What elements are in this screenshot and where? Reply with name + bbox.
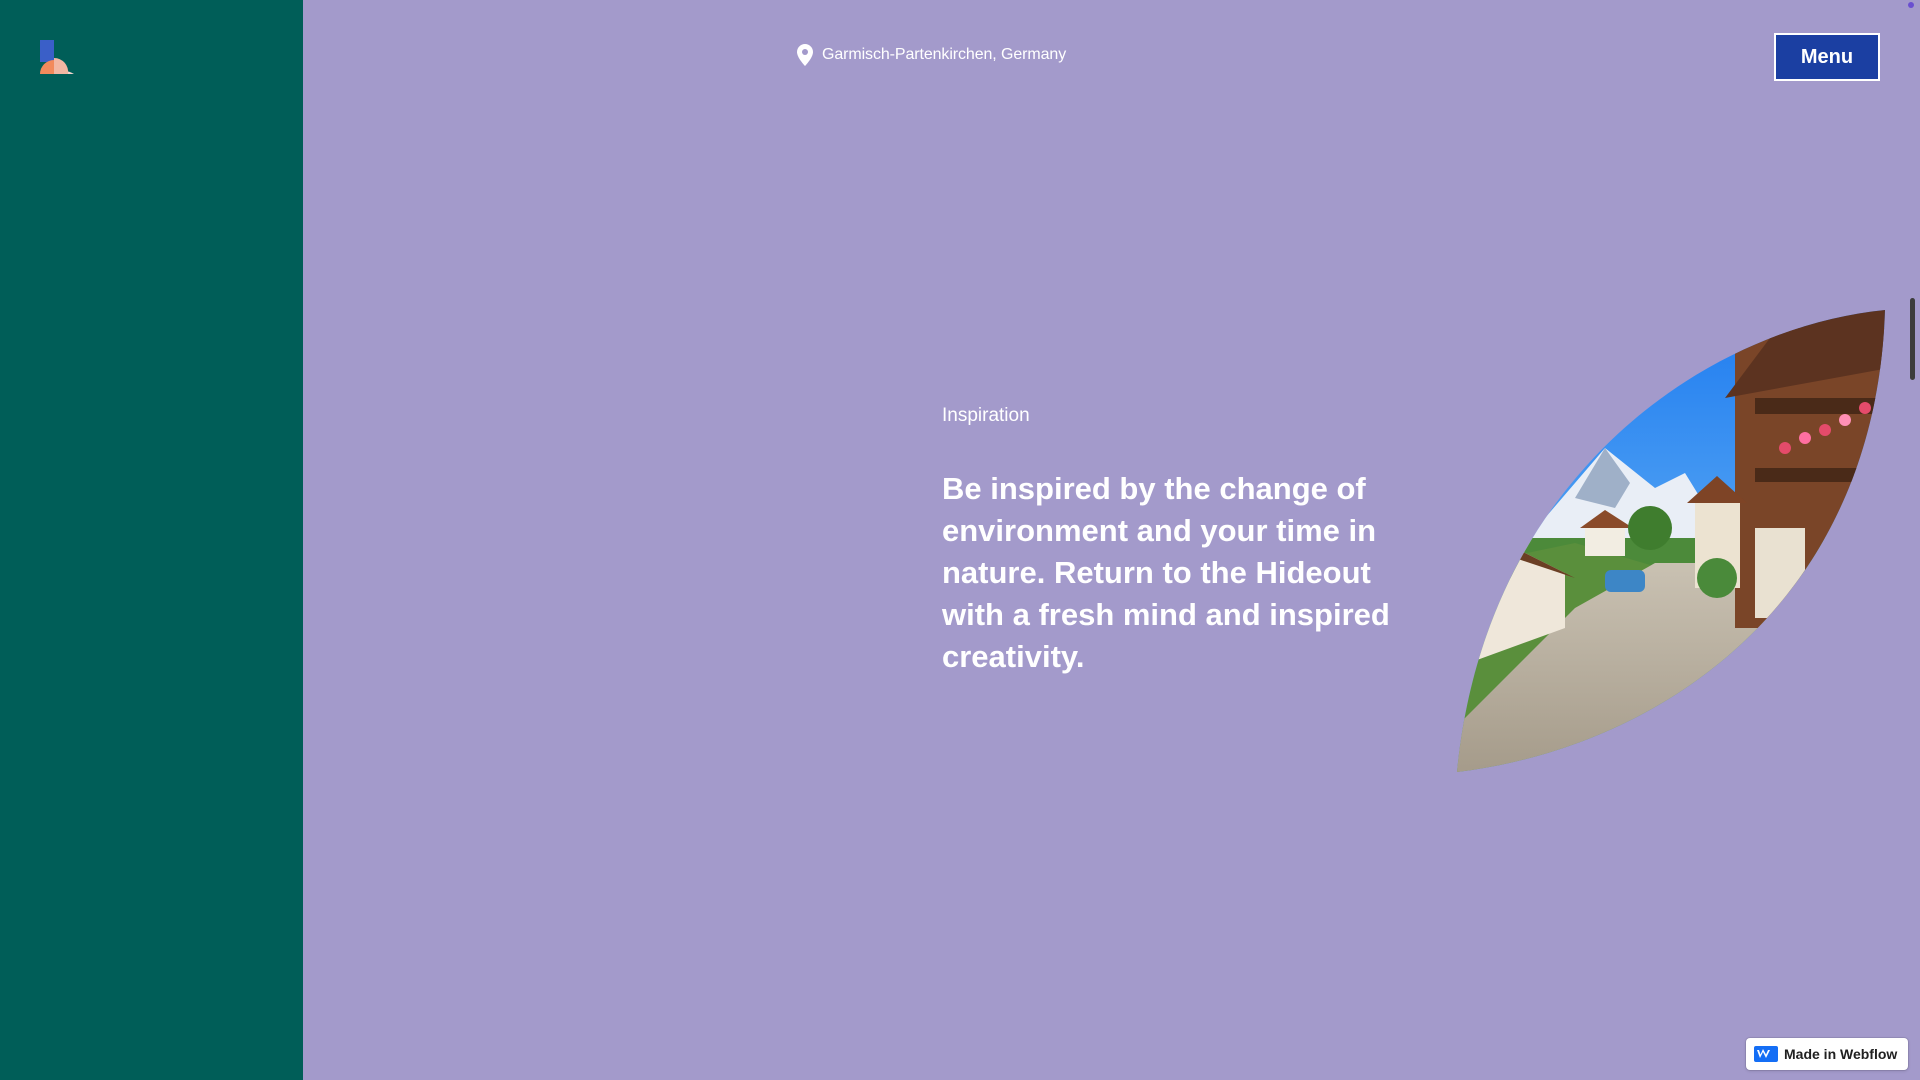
page: Garmisch-Partenkirchen, Germany Menu Ins… (0, 0, 1920, 1080)
location-text: Garmisch-Partenkirchen, Germany (822, 46, 1067, 63)
location-label: Garmisch-Partenkirchen, Germany (796, 44, 1066, 66)
scrollbar-thumb[interactable] (1910, 298, 1915, 380)
menu-button[interactable]: Menu (1774, 33, 1880, 81)
made-in-webflow-badge[interactable]: Made in Webflow (1746, 1038, 1908, 1070)
corner-indicator (1908, 2, 1914, 8)
left-color-panel (0, 0, 303, 1080)
section-headline: Be inspired by the change of environment… (942, 471, 1390, 674)
section-eyebrow: Inspiration (942, 405, 1030, 426)
brand-logo-icon[interactable] (38, 38, 76, 76)
menu-button-label: Menu (1800, 45, 1854, 68)
map-pin-icon (797, 44, 813, 66)
webflow-logo-icon (1754, 1046, 1778, 1062)
village-street-photo (1457, 310, 1885, 772)
webflow-badge-label: Made in Webflow (1784, 1046, 1898, 1062)
